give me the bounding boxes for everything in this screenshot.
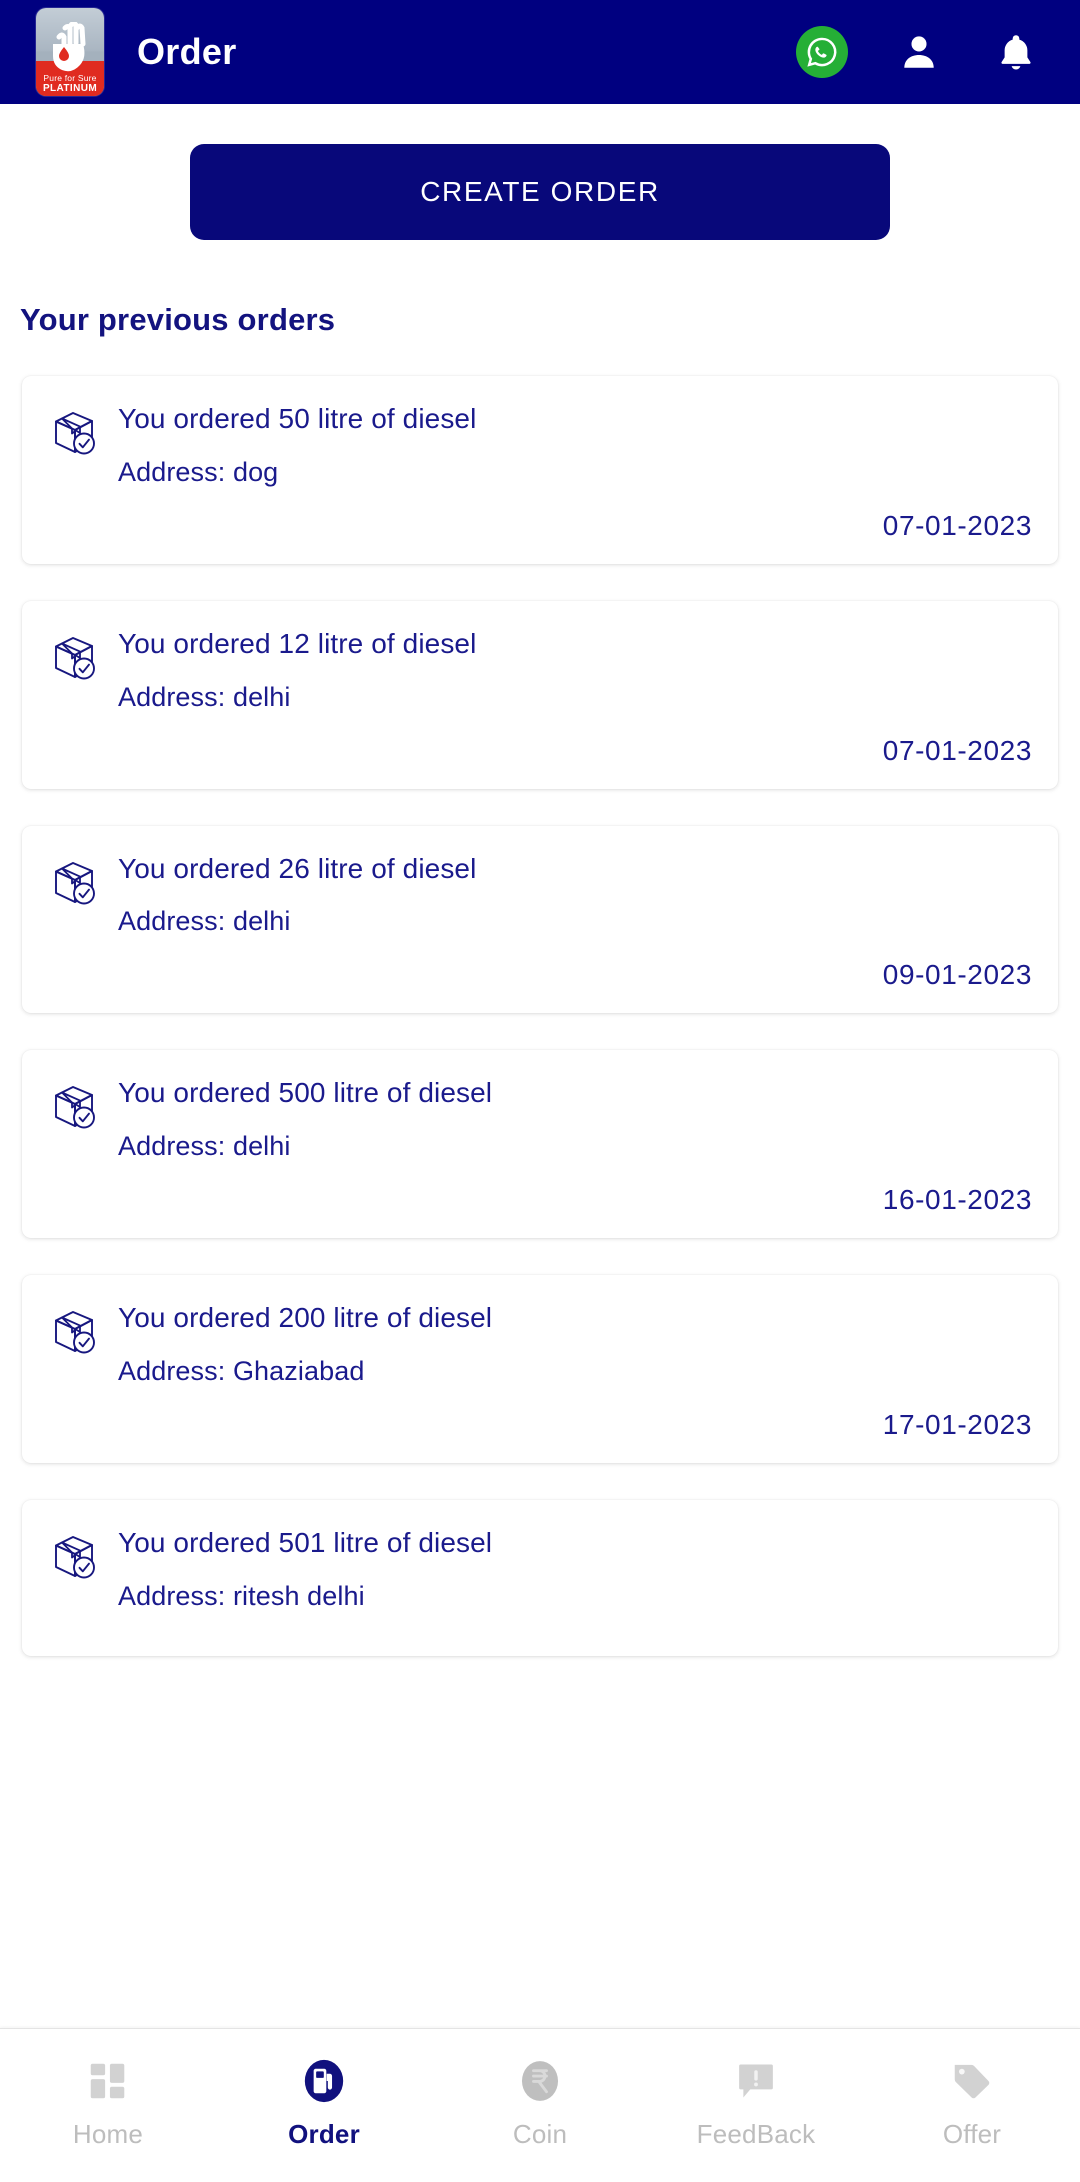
- nav-label-offer: Offer: [942, 2119, 1002, 2149]
- ok-hand-droplet-icon: [53, 22, 86, 72]
- notification-bell-icon: [1001, 35, 1031, 70]
- package-delivered-icon: [48, 631, 100, 683]
- order-title: You ordered 50 litre of diesel: [118, 403, 477, 434]
- order-card-top: You ordered 26 litre of diesel Address: d…: [48, 852, 1032, 938]
- order-address: Address: delhi: [118, 681, 291, 712]
- order-date: 16-01-2023: [882, 1184, 1032, 1216]
- order-date: 07-01-2023: [882, 509, 1032, 541]
- nav-item-order[interactable]: Order: [216, 2055, 432, 2150]
- order-date: 07-01-2023: [882, 734, 1032, 766]
- nav-item-offer[interactable]: Offer: [864, 2055, 1080, 2150]
- package-delivered-icon: [48, 1305, 100, 1357]
- price-tag-icon: [946, 2055, 998, 2107]
- order-address: Address: Ghaziabad: [118, 1355, 365, 1386]
- order-card[interactable]: You ordered 500 litre of diesel Address: …: [22, 1050, 1058, 1239]
- order-card-text: You ordered 200 litre of diesel Address: …: [118, 1302, 1032, 1387]
- previous-orders-heading: Your previous orders: [20, 302, 336, 337]
- package-delivered-icon: [48, 1080, 100, 1132]
- order-card-text: You ordered 500 litre of diesel Address: …: [118, 1078, 1032, 1162]
- order-card-text: You ordered 501 litre of diesel Address: …: [118, 1526, 1032, 1612]
- order-address: Address: delhi: [118, 1131, 291, 1162]
- rupee-coin-icon: [514, 2055, 566, 2107]
- order-card[interactable]: You ordered 12 litre of diesel Address: d…: [22, 600, 1058, 789]
- package-delivered-icon: [48, 1530, 100, 1582]
- order-card[interactable]: You ordered 200 litre of diesel Address: …: [22, 1275, 1058, 1463]
- header-actions: [796, 26, 1044, 78]
- order-card[interactable]: You ordered 50 litre of diesel Address: d…: [22, 376, 1058, 564]
- app-header: Pure for Sure PLATINUM Order: [0, 0, 1080, 104]
- order-card[interactable]: You ordered 501 litre of diesel Address: …: [22, 1499, 1058, 1656]
- bottom-navigation-bar: Home Order Coin FeedBack Offer: [0, 2028, 1080, 2182]
- order-card-top: You ordered 500 litre of diesel Address: …: [48, 1078, 1032, 1162]
- order-title: You ordered 501 litre of diesel: [118, 1526, 493, 1558]
- package-delivered-icon: [48, 856, 100, 908]
- nav-label-coin: Coin: [512, 2119, 568, 2149]
- order-title: You ordered 26 litre of diesel: [118, 852, 477, 884]
- order-card-top: You ordered 501 litre of diesel Address: …: [48, 1526, 1032, 1612]
- page-title: Order: [137, 31, 237, 72]
- speech-bubble-alert-icon: [730, 2055, 782, 2107]
- order-card-text: You ordered 26 litre of diesel Address: d…: [118, 852, 1032, 938]
- order-card-text: You ordered 50 litre of diesel Address: d…: [118, 403, 1032, 488]
- order-title: You ordered 200 litre of diesel: [118, 1302, 493, 1334]
- nav-item-feedback[interactable]: FeedBack: [648, 2055, 864, 2150]
- nav-item-home[interactable]: Home: [0, 2055, 216, 2150]
- order-title: You ordered 12 litre of diesel: [118, 627, 477, 659]
- profile-button[interactable]: [893, 26, 945, 78]
- order-address: Address: ritesh delhi: [118, 1580, 365, 1611]
- order-card-top: You ordered 50 litre of diesel Address: d…: [48, 403, 1032, 488]
- order-title: You ordered 500 litre of diesel: [118, 1077, 493, 1109]
- fuel-pump-icon: [298, 2055, 350, 2107]
- order-card-top: You ordered 200 litre of diesel Address: …: [48, 1302, 1032, 1387]
- order-address: Address: dog: [118, 456, 279, 487]
- package-delivered-icon: [48, 406, 100, 458]
- logo-platinum-text: PLATINUM: [42, 83, 98, 94]
- nav-label-home: Home: [72, 2119, 144, 2149]
- pure-for-sure-platinum-logo: Pure for Sure PLATINUM: [36, 8, 104, 96]
- grid-dashboard-icon: [82, 2055, 134, 2107]
- order-card[interactable]: You ordered 26 litre of diesel Address: d…: [22, 825, 1058, 1014]
- nav-label-feedback: FeedBack: [696, 2119, 816, 2149]
- create-order-button[interactable]: CREATE ORDER: [190, 144, 890, 240]
- whatsapp-button[interactable]: [796, 26, 848, 78]
- notification-bell-button[interactable]: [990, 26, 1042, 78]
- nav-label-order: Order: [288, 2119, 360, 2149]
- order-date: 09-01-2023: [882, 959, 1032, 991]
- previous-orders-list: You ordered 50 litre of diesel Address: d…: [0, 376, 1080, 1656]
- profile-icon: [904, 36, 934, 68]
- whatsapp-icon: [807, 37, 837, 67]
- main-content: CREATE ORDER Your previous orders You or…: [0, 104, 1080, 2028]
- order-address: Address: delhi: [118, 906, 291, 937]
- order-date: 17-01-2023: [882, 1408, 1032, 1440]
- order-card-text: You ordered 12 litre of diesel Address: d…: [118, 627, 1032, 713]
- order-card-top: You ordered 12 litre of diesel Address: d…: [48, 627, 1032, 713]
- logo-tagline: Pure for Sure: [43, 72, 97, 83]
- nav-item-coin[interactable]: Coin: [432, 2055, 648, 2150]
